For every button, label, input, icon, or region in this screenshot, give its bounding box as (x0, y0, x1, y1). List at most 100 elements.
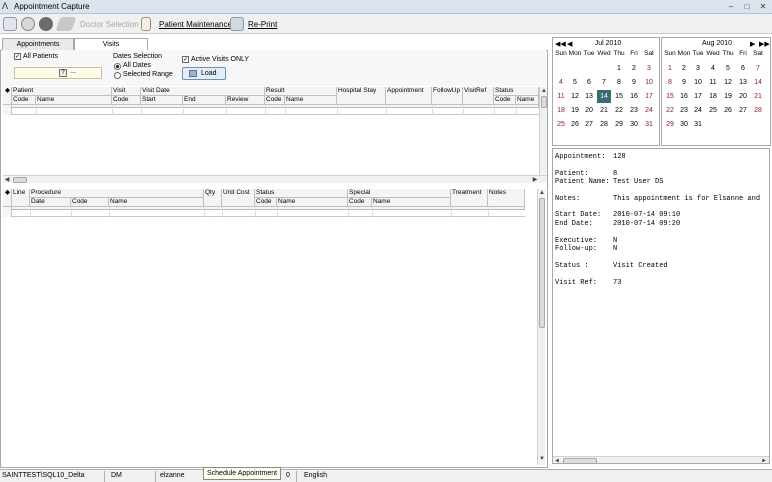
col-treatment[interactable]: Treatment (451, 189, 488, 207)
col-visit-review[interactable]: Review (226, 96, 265, 105)
calendar-day[interactable]: 23 (627, 104, 641, 117)
col-patient-name[interactable]: Name (36, 96, 112, 105)
col-visit-start[interactable]: Start (141, 96, 183, 105)
col-visit-date[interactable]: Visit Date (141, 87, 265, 96)
scroll-up-icon[interactable]: ▲ (540, 87, 548, 95)
lines-scroll-thumb[interactable] (539, 198, 545, 328)
calendar-day[interactable]: 18 (554, 104, 568, 117)
scroll-left-icon[interactable]: ◀ (3, 176, 11, 184)
col-line[interactable]: Line (12, 189, 30, 207)
details-scroll-right-icon[interactable]: ▶ (760, 457, 768, 463)
col-procedure-code[interactable]: Code (71, 198, 109, 207)
calendar-day[interactable]: 15 (663, 90, 677, 103)
calendar-day[interactable]: 27 (736, 104, 750, 117)
next-year-icon[interactable]: ▶▶ (759, 40, 770, 48)
calendar-day[interactable]: 29 (663, 118, 677, 131)
lines-scroll-down-icon[interactable]: ▼ (538, 455, 546, 463)
calendar-day[interactable]: 1 (663, 62, 677, 75)
calendar-day[interactable]: 28 (597, 118, 611, 131)
col-special-name[interactable]: Name (372, 198, 451, 207)
calendar-day[interactable]: 2 (627, 62, 641, 75)
doctor-selection-button[interactable]: Doctor Selection (80, 20, 139, 29)
col-status-code[interactable]: Code (494, 96, 516, 105)
col-result-name[interactable]: Name (285, 96, 337, 105)
calendar-day[interactable]: 11 (706, 76, 720, 89)
details-scroll-left-icon[interactable]: ◀ (553, 457, 561, 463)
col-status-name[interactable]: Name (516, 96, 539, 105)
calendar-day[interactable]: 25 (706, 104, 720, 117)
prev-month-icon[interactable]: ◀ (567, 40, 572, 48)
calendar-day[interactable]: 8 (663, 76, 677, 89)
calendar-day[interactable]: 19 (568, 104, 582, 117)
calendar-day[interactable]: 26 (721, 104, 735, 117)
calendar-day[interactable]: 24 (691, 104, 705, 117)
patient-maintenance-button[interactable]: Patient Maintenance (159, 20, 232, 29)
col-special[interactable]: Special (348, 189, 451, 198)
calendar-day[interactable]: 19 (721, 90, 735, 103)
load-button[interactable]: Load (182, 67, 226, 80)
calendar-day[interactable]: 10 (642, 76, 656, 89)
calendar-day[interactable]: 4 (554, 76, 568, 89)
tab-appointments[interactable]: Appointments (2, 38, 74, 50)
active-visits-checkbox[interactable]: ✓ (182, 56, 189, 63)
calendar-day[interactable]: 10 (691, 76, 705, 89)
patient-lookup-ellipsis[interactable]: ... (70, 68, 76, 75)
calendar-day[interactable]: 29 (612, 118, 626, 131)
calendar-day[interactable]: 28 (751, 104, 765, 117)
calendar-day[interactable]: 21 (751, 90, 765, 103)
row-selector[interactable] (3, 105, 12, 115)
lines-scroll-up-icon[interactable]: ▲ (538, 189, 546, 197)
col-result-code[interactable]: Code (265, 96, 285, 105)
calendar-day[interactable]: 14 (597, 90, 611, 103)
calendar-day[interactable]: 30 (627, 118, 641, 131)
next-month-icon[interactable]: ▶ (750, 40, 755, 48)
calendar-day[interactable]: 15 (612, 90, 626, 103)
calendar-day[interactable]: 21 (597, 104, 611, 117)
maximize-button[interactable]: □ (740, 1, 754, 12)
calendar-day[interactable]: 5 (721, 62, 735, 75)
calendar-day[interactable]: 1 (612, 62, 626, 75)
calendar-day[interactable]: 27 (582, 118, 596, 131)
new-record-icon[interactable] (3, 17, 17, 31)
visits-vertical-scrollbar[interactable]: ▲ (539, 87, 547, 175)
details-hscroll-thumb[interactable] (563, 458, 597, 463)
hscroll-thumb[interactable] (13, 177, 27, 183)
col-hospital-stay[interactable]: Hospital Stay (337, 87, 386, 105)
col-followup[interactable]: FollowUp (432, 87, 463, 105)
calendar-day[interactable]: 22 (663, 104, 677, 117)
col-line-status-name[interactable]: Name (277, 198, 348, 207)
selected-range-radio[interactable] (114, 72, 121, 79)
col-special-code[interactable]: Code (348, 198, 372, 207)
all-dates-radio[interactable] (114, 63, 121, 70)
col-patient-code[interactable]: Code (12, 96, 36, 105)
minimize-button[interactable]: – (724, 1, 738, 12)
calendar-day[interactable]: 26 (568, 118, 582, 131)
lines-vertical-scrollbar[interactable]: ▲ ▼ (537, 189, 545, 465)
details-horizontal-scrollbar[interactable]: ◀ ▶ (553, 456, 769, 463)
col-line-status-code[interactable]: Code (255, 198, 277, 207)
col-status[interactable]: Status (494, 87, 539, 96)
calendar-day[interactable]: 18 (706, 90, 720, 103)
col-visit[interactable]: Visit (112, 87, 141, 96)
col-unit-cost[interactable]: Unit Cost (222, 189, 255, 207)
calendar-day[interactable]: 30 (677, 118, 691, 131)
calendar-day[interactable]: 14 (751, 76, 765, 89)
calendar-day[interactable]: 13 (582, 90, 596, 103)
calendar-day[interactable]: 13 (736, 76, 750, 89)
prev-year-icon[interactable]: ◀◀ (555, 40, 566, 48)
all-patients-checkbox[interactable]: ✓ (14, 53, 21, 60)
visits-horizontal-scrollbar[interactable]: ◀ ▶ (3, 175, 547, 183)
col-procedure[interactable]: Procedure (30, 189, 204, 198)
col-procedure-name[interactable]: Name (109, 198, 204, 207)
col-result[interactable]: Result (265, 87, 337, 96)
calendar-day[interactable]: 7 (751, 62, 765, 75)
patient-lookup-field[interactable]: ? ... (14, 67, 102, 79)
table-row[interactable] (3, 105, 539, 115)
calendar-day[interactable]: 3 (691, 62, 705, 75)
calendar-day[interactable]: 24 (642, 104, 656, 117)
patient-lookup-button[interactable]: ? (59, 69, 67, 77)
calendar-day[interactable]: 17 (642, 90, 656, 103)
col-visit-end[interactable]: End (183, 96, 226, 105)
scroll-thumb[interactable] (541, 96, 547, 108)
calendar-day[interactable]: 31 (642, 118, 656, 131)
